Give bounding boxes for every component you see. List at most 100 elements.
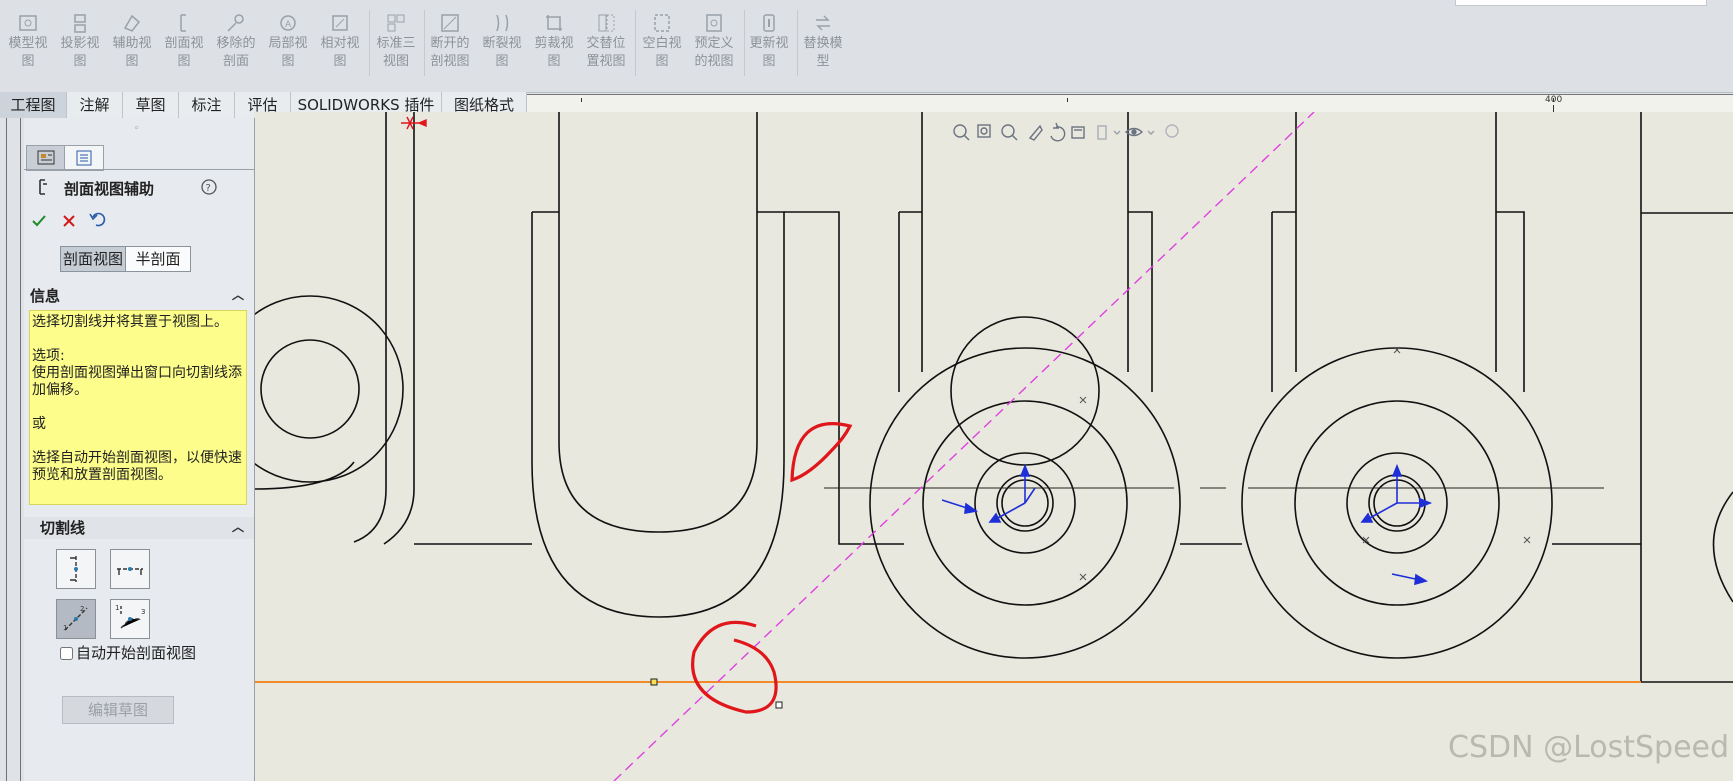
cutting-line-section-header[interactable]: 切割线 ︿: [24, 517, 254, 539]
broken-out-section-button[interactable]: 断开的 剖视图: [425, 8, 475, 78]
section-view-button[interactable]: 剖面视 图: [159, 8, 209, 78]
projected-view-icon: [74, 14, 86, 33]
removed-section-icon: [227, 14, 244, 32]
red-annotation-marks: [691, 422, 853, 714]
zoom-to-area-icon[interactable]: [977, 124, 991, 138]
svg-text:2: 2: [80, 605, 84, 613]
relative-view-icon: [332, 15, 348, 31]
vertical-cutting-line-button[interactable]: [56, 549, 96, 589]
auto-start-section-checkbox[interactable]: 自动开始剖面视图: [60, 642, 196, 663]
property-manager-icon: [37, 150, 55, 165]
property-manager-panel: ◦ 剖面视图辅助 ? 剖面视图 半剖面 信息 ︿ 选择切割线并将其置于视图上。 …: [24, 118, 255, 781]
edit-sketch-button[interactable]: 编辑草图: [62, 696, 174, 724]
tab-annotation[interactable]: 注解: [67, 92, 123, 118]
auxiliary-cutting-line-icon: 21: [63, 605, 88, 632]
help-icon[interactable]: ?: [200, 178, 218, 196]
cancel-x-icon[interactable]: [60, 212, 78, 230]
tab-sketch[interactable]: 草图: [123, 92, 179, 118]
update-view-button[interactable]: 更新视 图: [744, 8, 794, 78]
axis-triad: [941, 463, 1433, 586]
model-view-button[interactable]: 模型视 图: [3, 8, 53, 78]
tab-dimension[interactable]: 标注: [179, 92, 235, 118]
hide-show-icon[interactable]: [1124, 127, 1144, 137]
display-style-icon[interactable]: [1071, 126, 1085, 139]
divider: [24, 169, 254, 170]
standard-3-view-button[interactable]: 标准三 视图: [371, 8, 421, 78]
divider: [6, 118, 7, 781]
undo-icon[interactable]: [88, 210, 106, 228]
auxiliary-cutting-line-button[interactable]: 21: [56, 599, 96, 639]
tab-drawing[interactable]: 工程图: [0, 92, 67, 118]
crop-view-button[interactable]: 剪裁视 图: [529, 8, 579, 78]
pan-icon[interactable]: [1028, 124, 1043, 141]
section-view-mode-tab[interactable]: 剖面视图: [60, 246, 126, 272]
alternate-position-view-icon: [598, 14, 615, 32]
section-view-assist-icon: [39, 179, 47, 195]
svg-text:?: ?: [206, 183, 211, 194]
svg-text:1: 1: [115, 604, 119, 612]
ruler-tick: [581, 98, 582, 102]
alternate-position-view-button[interactable]: 交替位 置视图: [581, 8, 631, 78]
cursor-marker: [650, 678, 783, 709]
ruler-tick: [1067, 98, 1068, 102]
predefined-view-icon: [706, 14, 722, 32]
break-view-button[interactable]: 断裂视 图: [477, 8, 527, 78]
auxiliary-view-button[interactable]: 辅助视 图: [107, 8, 157, 78]
toolbar-separator: [369, 10, 370, 76]
divider: [20, 118, 21, 781]
zoom-in-out-icon[interactable]: [1001, 124, 1018, 141]
search-box[interactable]: [1455, 0, 1707, 6]
collapse-chevron-icon[interactable]: ︿: [232, 518, 244, 535]
feature-manager-tab[interactable]: [64, 145, 104, 171]
hud-icons: [953, 122, 1179, 142]
property-manager-tab[interactable]: [26, 145, 66, 171]
left-edge-strip: [0, 118, 24, 781]
removed-section-button[interactable]: 移除的 剖面: [211, 8, 261, 78]
view-layout-toolbar: 模型视 图 投影视 图 辅助视 图 剖面视 图 移除的 剖面 A 局部视 图 相…: [0, 0, 1733, 93]
panel-title: 剖面视图辅助: [64, 180, 155, 198]
detail-view-icon: A: [280, 15, 296, 31]
redraw-icon[interactable]: [1050, 122, 1066, 142]
svg-text:A: A: [285, 20, 292, 30]
zoom-to-fit-icon[interactable]: [953, 124, 970, 141]
projected-view-button[interactable]: 投影视 图: [55, 8, 105, 78]
update-view-icon: [763, 14, 775, 32]
point-markers: [1079, 346, 1531, 581]
empty-view-button[interactable]: 空白视 图: [637, 8, 687, 78]
drawing-sheet: [254, 112, 1733, 781]
crop-view-icon: [546, 15, 562, 31]
panel-grip[interactable]: ◦: [134, 124, 139, 134]
view-settings-icon[interactable]: [1097, 125, 1107, 140]
predefined-view-button[interactable]: 预定义 的视图: [689, 8, 739, 78]
ruler-label: 400: [1545, 95, 1563, 105]
collapse-chevron-icon[interactable]: ︿: [232, 286, 244, 303]
detail-view-button[interactable]: A 局部视 图: [263, 8, 313, 78]
replace-model-button[interactable]: 替换模 型: [798, 8, 848, 78]
scene-icon[interactable]: [1165, 124, 1179, 138]
relative-view-button[interactable]: 相对视 图: [315, 8, 365, 78]
broken-out-section-icon: [441, 14, 459, 32]
aligned-cutting-line-icon: 13: [115, 604, 145, 629]
info-message: 选择切割线并将其置于视图上。 选项: 使用剖面视图弹出窗口向切割线添加偏移。 或…: [29, 310, 247, 505]
svg-text:3: 3: [141, 608, 145, 616]
info-section-header[interactable]: 信息 ︿: [24, 285, 254, 307]
break-view-icon: [496, 14, 509, 32]
section-view-icon: [180, 14, 186, 32]
standard-3-view-icon: [387, 14, 405, 32]
vertical-cutting-line-icon: [70, 556, 78, 582]
half-section-mode-tab[interactable]: 半剖面: [125, 246, 191, 272]
svg-text:1: 1: [63, 624, 67, 632]
aligned-cutting-line-button[interactable]: 13: [110, 599, 150, 639]
heads-up-view-toolbar: [950, 122, 1200, 148]
empty-view-icon: [654, 14, 670, 32]
horizontal-ruler: 400: [527, 94, 1733, 114]
auxiliary-view-icon: [123, 14, 141, 32]
ok-check-icon[interactable]: [30, 212, 48, 230]
model-view-icon: [19, 15, 37, 31]
horizontal-cutting-line-icon: [117, 567, 143, 575]
auto-start-checkbox-input[interactable]: [60, 647, 73, 660]
watermark: CSDN @LostSpeed: [1448, 730, 1730, 765]
horizontal-cutting-line-button[interactable]: [110, 549, 150, 589]
feature-tree-icon: [76, 150, 92, 166]
drawing-canvas[interactable]: [254, 112, 1733, 781]
